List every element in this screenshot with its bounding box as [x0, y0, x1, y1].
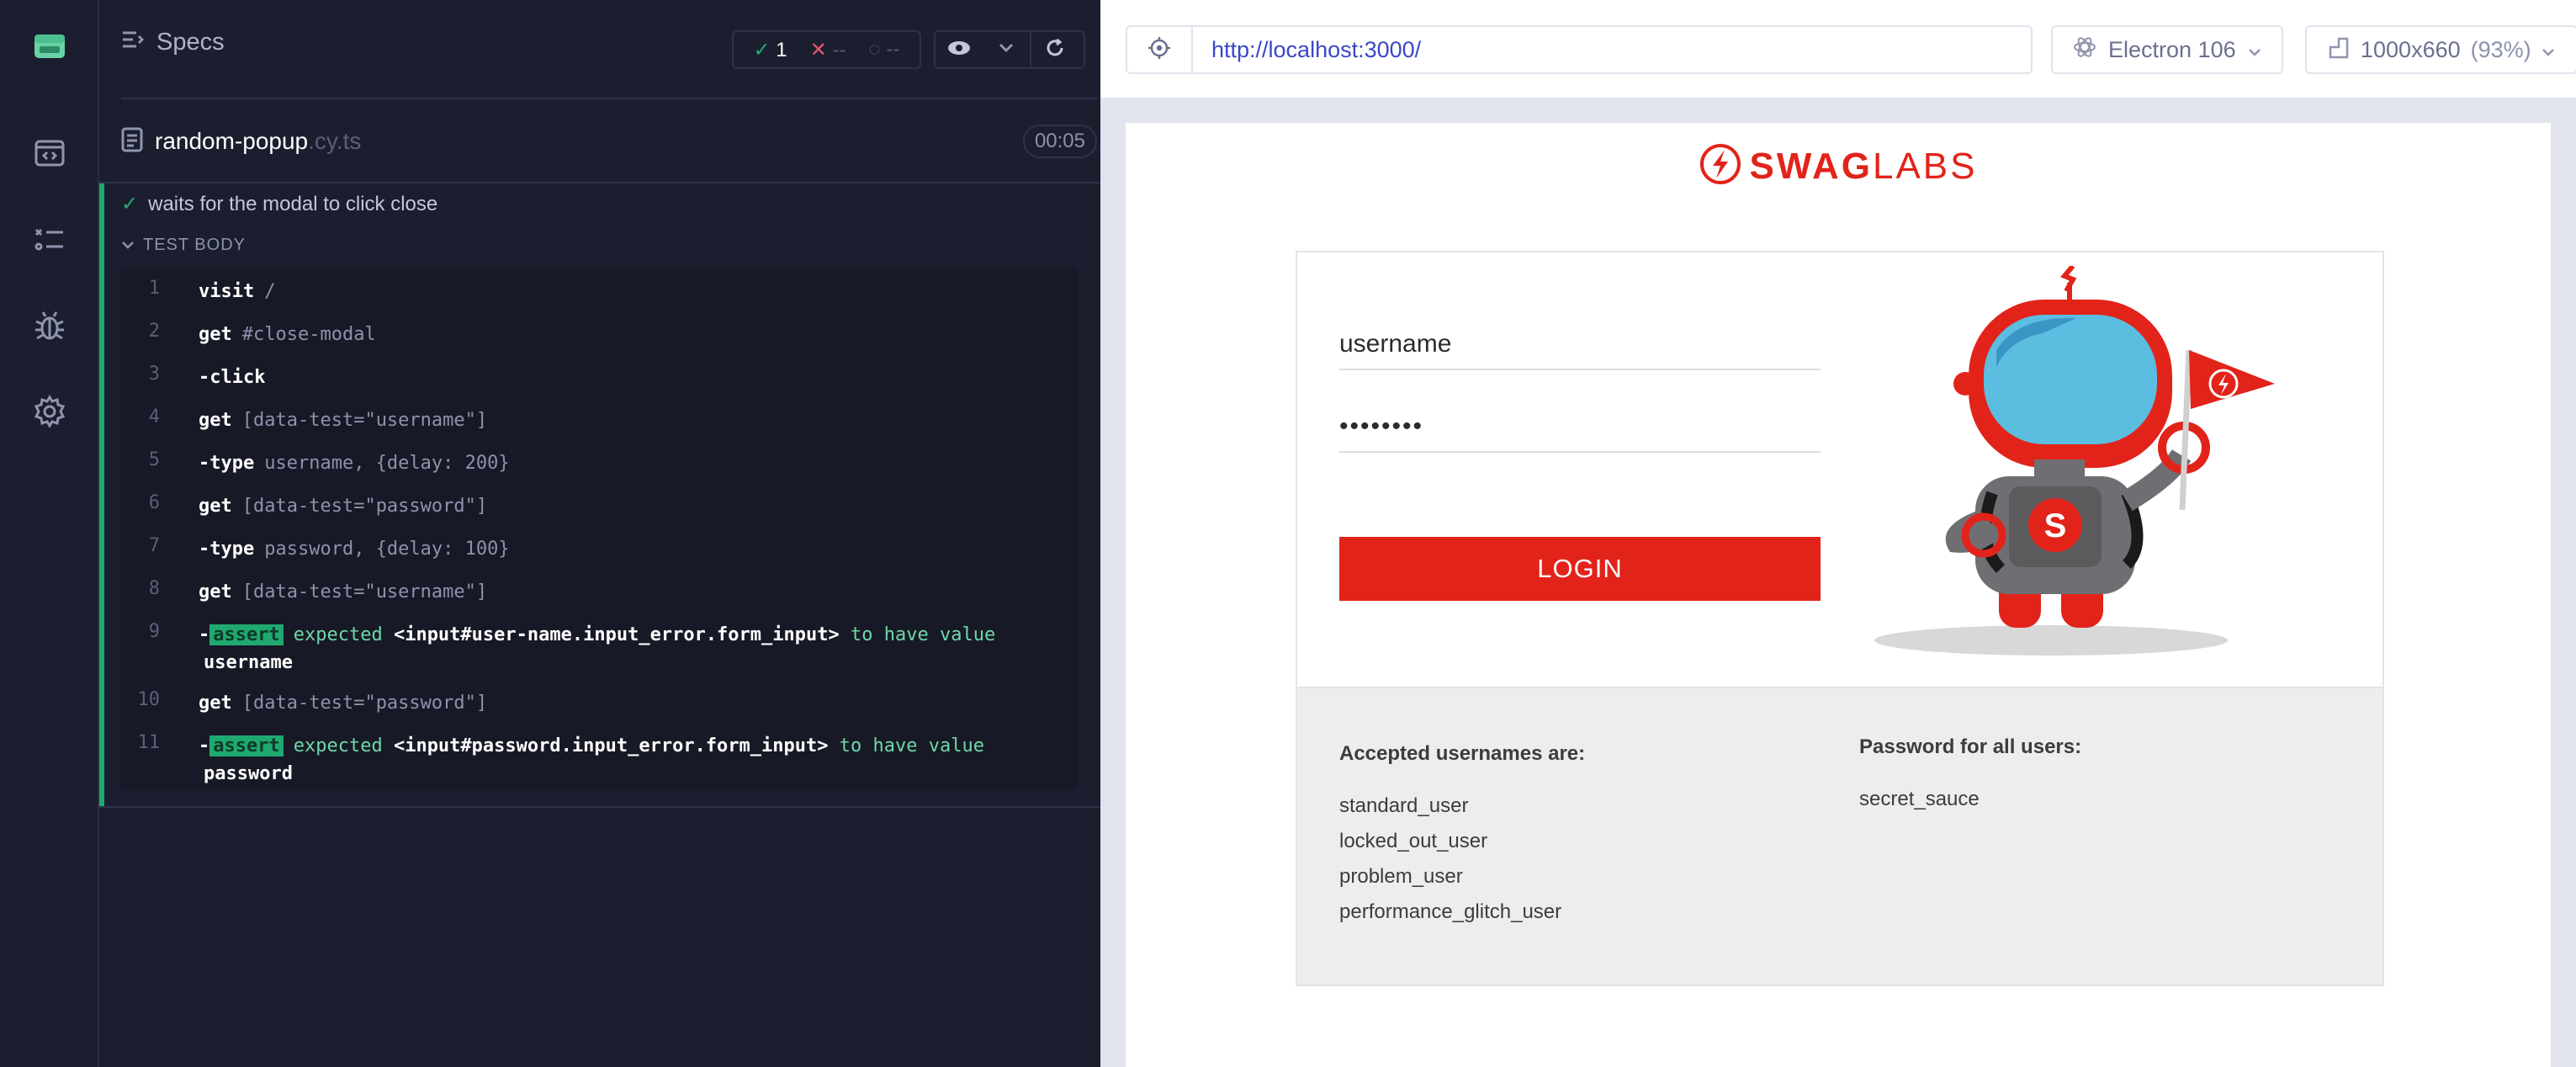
crosshair-icon	[1148, 36, 1171, 64]
swag-labs-logo-icon	[1699, 143, 1741, 189]
accepted-usernames-title: Accepted usernames are:	[1339, 742, 1586, 765]
username-item: performance_glitch_user	[1339, 900, 1562, 923]
login-button[interactable]: LOGIN	[1339, 537, 1821, 601]
test-body-label: TEST BODY	[143, 236, 246, 254]
app-iframe: SWAGLABS username •••••••• LOGIN S Accep…	[1126, 123, 2551, 1067]
settings-gear-icon[interactable]	[29, 390, 71, 433]
test-title-row[interactable]: ✓ waits for the modal to click close	[121, 192, 437, 216]
chevron-down-icon	[998, 42, 1015, 58]
accepted-usernames: Accepted usernames are: standard_user lo…	[1339, 742, 1585, 936]
username-item: problem_user	[1339, 865, 1463, 888]
test-title: waits for the modal to click close	[148, 192, 438, 215]
command-list: 1 visit/ 2 get #close-modal 3 -click 4 ge…	[119, 268, 1079, 789]
test-runnable: ✓ waits for the modal to click close TES…	[99, 183, 1100, 806]
browser-select[interactable]: Electron 106	[2051, 25, 2283, 74]
password-title: Password for all users:	[1859, 735, 2082, 758]
nav-rail	[0, 0, 99, 1067]
test-stats: ✓ 1 ✕ -- ◌ --	[732, 30, 921, 69]
specs-menu-icon	[121, 29, 145, 56]
debug-bug-icon[interactable]	[29, 305, 71, 347]
spec-name: random-popup	[155, 128, 309, 154]
spec-file-row: random-popup .cy.ts 00:05	[121, 125, 1097, 158]
chevron-down-icon	[2248, 37, 2261, 63]
browser-name: Electron 106	[2108, 36, 2236, 62]
check-icon: ✓	[121, 193, 139, 215]
chevron-down-icon	[121, 236, 135, 255]
rerun-button[interactable]	[1031, 32, 1079, 67]
viewport-select[interactable]: 1000x660 (93%)	[2305, 25, 2576, 74]
swag-labs-logo: SWAGLABS	[1126, 143, 2551, 189]
specs-label: Specs	[156, 29, 225, 56]
passed-count: ✓ 1	[753, 38, 787, 61]
spec-duration: 00:05	[1022, 125, 1097, 158]
specs-toggle[interactable]: Specs	[121, 29, 225, 56]
cypress-logo-icon[interactable]	[29, 25, 71, 67]
url-text: http://localhost:3000/	[1211, 36, 1422, 62]
command-log-reporter: Specs ✓ 1 ✕ -- ◌ -- random-popup .cy.ts 0…	[99, 0, 1100, 1067]
aut-header: http://localhost:3000/ Electron 106 1000…	[1100, 0, 2576, 98]
viewport-size: 1000x660	[2361, 36, 2461, 62]
pending-circle-icon: ◌	[868, 38, 881, 61]
url-bar[interactable]: http://localhost:3000/	[1191, 25, 2033, 74]
username-item: locked_out_user	[1339, 830, 1488, 852]
selector-target-button[interactable]	[1126, 25, 1193, 74]
password-info: Password for all users: secret_sauce	[1859, 735, 2081, 823]
controls-dropdown-button[interactable]	[983, 32, 1030, 67]
test-body-toggle[interactable]: TEST BODY	[121, 236, 246, 255]
divider	[99, 806, 1100, 808]
zoom-level: (93%)	[2470, 36, 2531, 62]
assert-badge: assert	[209, 624, 284, 645]
swag-bot-mascot-icon: S	[1874, 266, 2275, 656]
check-icon: ✓	[753, 38, 771, 61]
spec-extension: .cy.ts	[308, 128, 362, 154]
chevron-down-icon	[2542, 37, 2555, 63]
specs-list-icon[interactable]	[29, 219, 71, 261]
refresh-icon	[1045, 38, 1065, 62]
pass-status-bar	[99, 183, 104, 806]
credentials-panel: Accepted usernames are: standard_user lo…	[1296, 688, 2384, 986]
username-input[interactable]: username	[1339, 320, 1821, 370]
assert-badge: assert	[209, 735, 284, 756]
login-form-card: username •••••••• LOGIN S	[1296, 251, 2384, 688]
password-value: secret_sauce	[1859, 788, 1980, 810]
reporter-controls	[934, 30, 1085, 69]
password-input[interactable]: ••••••••	[1339, 402, 1821, 453]
document-icon	[121, 127, 143, 157]
failed-count: ✕ --	[809, 38, 846, 61]
selector-playground-button[interactable]	[936, 32, 983, 67]
ruler-icon	[2327, 35, 2351, 65]
runs-icon[interactable]	[29, 132, 71, 174]
divider	[121, 98, 1097, 99]
pending-count: ◌ --	[868, 38, 900, 61]
x-icon: ✕	[809, 38, 827, 61]
app-under-test-panel: http://localhost:3000/ Electron 106 1000…	[1100, 0, 2576, 1067]
svg-text:S: S	[2044, 507, 2067, 544]
electron-icon	[2073, 35, 2096, 65]
username-item: standard_user	[1339, 794, 1469, 817]
eye-icon	[947, 40, 971, 61]
